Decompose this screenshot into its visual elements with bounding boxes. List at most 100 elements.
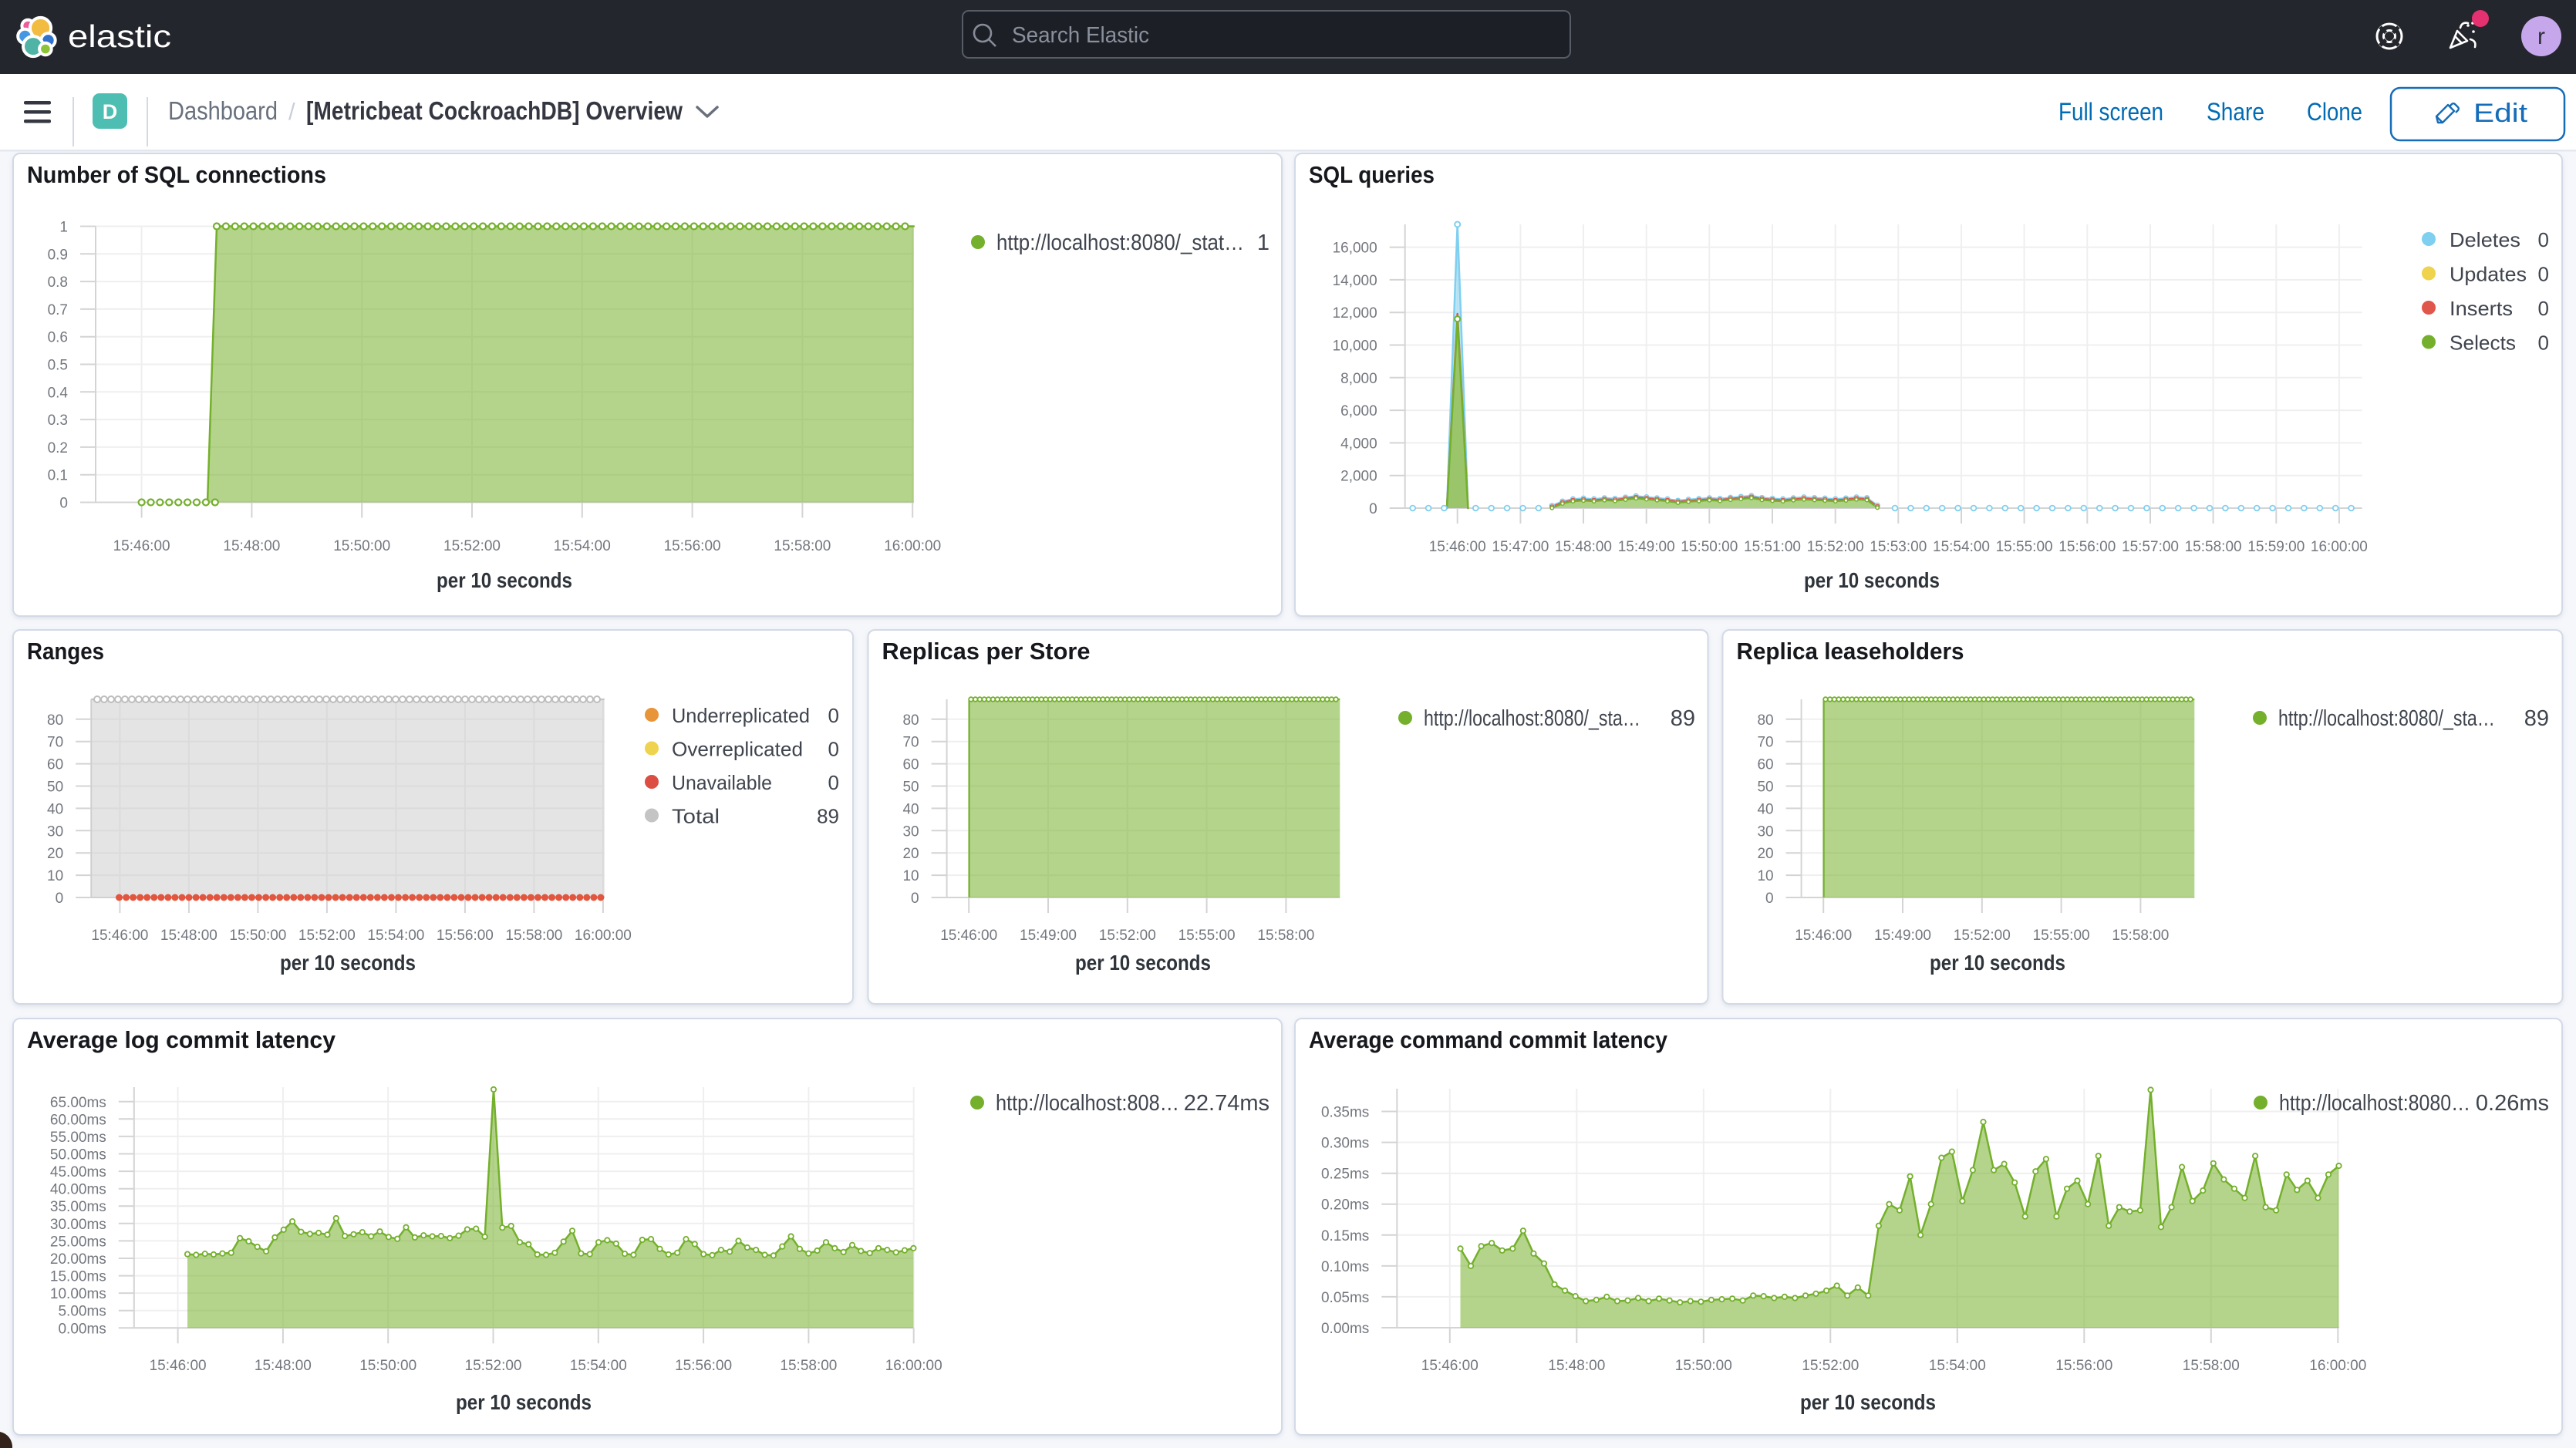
svg-text:per 10 seconds: per 10 seconds [1800, 1390, 1936, 1414]
svg-text:15:58:00: 15:58:00 [505, 928, 562, 944]
svg-text:Clone: Clone [2307, 98, 2362, 126]
svg-text:0: 0 [1765, 891, 1774, 907]
svg-text:70: 70 [902, 735, 919, 751]
svg-text:15:58:00: 15:58:00 [2185, 539, 2242, 555]
svg-text:15:48:00: 15:48:00 [160, 928, 217, 944]
svg-text:15:46:00: 15:46:00 [91, 928, 148, 944]
svg-text:80: 80 [902, 712, 919, 729]
svg-text:http://localhost:8080/_stat…: http://localhost:8080/_stat… [996, 231, 1244, 255]
svg-text:12,000: 12,000 [1333, 305, 1377, 322]
svg-text:20.00ms: 20.00ms [50, 1251, 106, 1268]
svg-text:15:46:00: 15:46:00 [150, 1358, 207, 1374]
svg-text:Total: Total [672, 805, 720, 828]
svg-text:0.10ms: 0.10ms [1321, 1259, 1369, 1275]
svg-text:15:54:00: 15:54:00 [1933, 539, 1990, 555]
svg-text:15:56:00: 15:56:00 [675, 1358, 732, 1374]
svg-text:per 10 seconds: per 10 seconds [1075, 951, 1211, 975]
svg-text:15:58:00: 15:58:00 [2112, 928, 2169, 944]
svg-text:16:00:00: 16:00:00 [2309, 1358, 2366, 1374]
svg-text:per 10 seconds: per 10 seconds [1804, 568, 1940, 592]
svg-text:0.4: 0.4 [48, 385, 69, 401]
svg-text:1: 1 [59, 220, 68, 236]
svg-text:0: 0 [2538, 332, 2549, 355]
svg-text:60: 60 [902, 757, 919, 773]
svg-text:Underreplicated: Underreplicated [672, 704, 810, 727]
svg-text:0: 0 [56, 891, 64, 907]
svg-text:15:55:00: 15:55:00 [1996, 539, 2053, 555]
svg-text:2,000: 2,000 [1340, 469, 1377, 485]
svg-text:/: / [288, 98, 295, 125]
svg-text:http://localhost:808…: http://localhost:808… [996, 1091, 1179, 1116]
svg-text:4,000: 4,000 [1340, 436, 1377, 452]
svg-text:15:58:00: 15:58:00 [774, 538, 831, 554]
svg-text:10: 10 [1757, 868, 1773, 884]
svg-text:15:46:00: 15:46:00 [1429, 539, 1486, 555]
svg-text:0: 0 [911, 891, 919, 907]
svg-text:0.6: 0.6 [48, 330, 68, 346]
svg-text:SQL queries: SQL queries [1309, 161, 1435, 188]
svg-text:15:54:00: 15:54:00 [1929, 1358, 1986, 1374]
svg-text:16,000: 16,000 [1333, 241, 1377, 257]
svg-text:15:50:00: 15:50:00 [229, 928, 286, 944]
svg-text:15:48:00: 15:48:00 [1548, 1358, 1605, 1374]
svg-text:50: 50 [47, 780, 63, 796]
svg-text:15:57:00: 15:57:00 [2122, 539, 2179, 555]
svg-text:15:47:00: 15:47:00 [1492, 539, 1549, 555]
svg-text:0.8: 0.8 [48, 274, 68, 291]
svg-text:0.9: 0.9 [48, 247, 68, 263]
svg-text:15.00ms: 15.00ms [50, 1269, 106, 1285]
svg-text:20: 20 [902, 846, 919, 862]
svg-text:0: 0 [828, 738, 839, 761]
svg-text:15:58:00: 15:58:00 [1257, 928, 1314, 944]
svg-text:50: 50 [902, 780, 919, 796]
svg-text:16:00:00: 16:00:00 [885, 1358, 942, 1374]
svg-text:0.05ms: 0.05ms [1321, 1290, 1369, 1306]
svg-text:0: 0 [828, 771, 839, 794]
svg-text:16:00:00: 16:00:00 [884, 538, 941, 554]
svg-text:[Metricbeat CockroachDB] Overv: [Metricbeat CockroachDB] Overview [306, 96, 683, 125]
svg-text:Share: Share [2207, 98, 2264, 126]
svg-text:0.20ms: 0.20ms [1321, 1197, 1369, 1214]
svg-text:0.26ms: 0.26ms [2476, 1091, 2549, 1116]
svg-text:http://localhost:8080…: http://localhost:8080… [2279, 1091, 2470, 1116]
svg-text:15:52:00: 15:52:00 [1954, 928, 2011, 944]
svg-text:0: 0 [59, 496, 68, 512]
svg-text:20: 20 [1757, 846, 1773, 862]
svg-text:65.00ms: 65.00ms [50, 1095, 106, 1111]
svg-text:15:48:00: 15:48:00 [1555, 539, 1612, 555]
svg-text:16:00:00: 16:00:00 [575, 928, 632, 944]
svg-text:15:53:00: 15:53:00 [1870, 539, 1927, 555]
svg-text:per 10 seconds: per 10 seconds [280, 951, 416, 975]
svg-text:15:55:00: 15:55:00 [2033, 928, 2090, 944]
svg-text:Replicas per Store: Replicas per Store [882, 638, 1091, 665]
svg-text:http://localhost:8080/_sta…: http://localhost:8080/_sta… [2278, 706, 2495, 731]
svg-text:0: 0 [2538, 228, 2549, 251]
svg-text:60: 60 [47, 757, 63, 773]
svg-text:15:52:00: 15:52:00 [465, 1358, 522, 1374]
svg-text:0: 0 [1369, 501, 1377, 517]
svg-text:8,000: 8,000 [1340, 371, 1377, 387]
svg-text:0.15ms: 0.15ms [1321, 1228, 1369, 1244]
svg-text:80: 80 [47, 712, 63, 729]
svg-text:10: 10 [47, 868, 63, 884]
svg-text:0.30ms: 0.30ms [1321, 1136, 1369, 1152]
svg-text:15:54:00: 15:54:00 [570, 1358, 627, 1374]
svg-text:15:56:00: 15:56:00 [437, 928, 494, 944]
svg-text:per 10 seconds: per 10 seconds [1930, 951, 2065, 975]
svg-text:10.00ms: 10.00ms [50, 1286, 106, 1302]
svg-text:Selects: Selects [2450, 332, 2516, 355]
svg-text:60: 60 [1757, 757, 1773, 773]
svg-text:0.25ms: 0.25ms [1321, 1167, 1369, 1183]
svg-text:89: 89 [2524, 706, 2549, 731]
svg-text:Full screen: Full screen [2058, 98, 2163, 126]
svg-text:Number of SQL connections: Number of SQL connections [27, 161, 326, 188]
svg-text:0: 0 [2538, 263, 2549, 286]
svg-text:89: 89 [817, 805, 839, 828]
svg-text:15:58:00: 15:58:00 [780, 1358, 837, 1374]
svg-text:1: 1 [1257, 231, 1269, 255]
svg-text:15:50:00: 15:50:00 [1675, 1358, 1732, 1374]
svg-text:per 10 seconds: per 10 seconds [456, 1390, 592, 1414]
svg-text:0: 0 [828, 704, 839, 727]
svg-text:15:52:00: 15:52:00 [443, 538, 501, 554]
svg-text:40: 40 [47, 801, 63, 817]
